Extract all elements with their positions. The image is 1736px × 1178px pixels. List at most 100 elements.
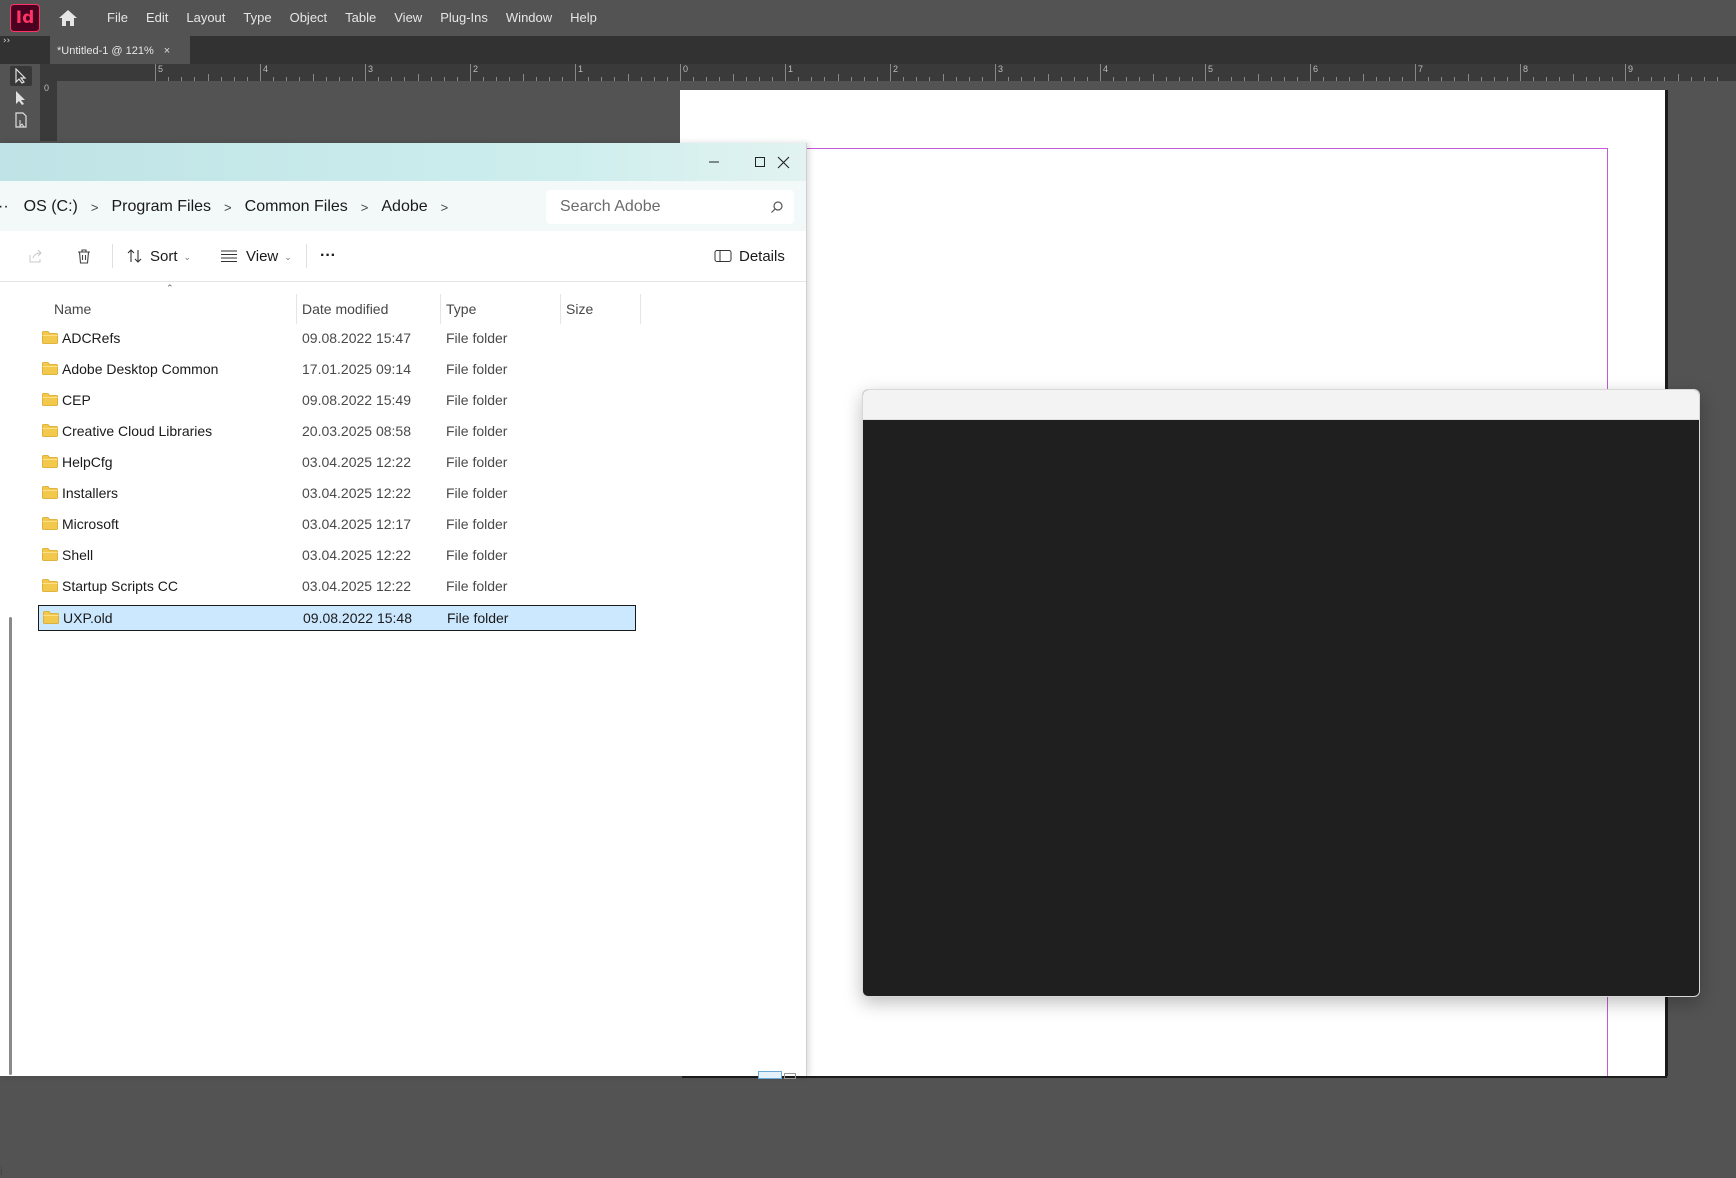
column-header-date[interactable]: Date modified bbox=[302, 294, 432, 324]
ruler-tick bbox=[1677, 74, 1679, 81]
ruler-tick bbox=[575, 64, 576, 81]
file-date-modified: 09.08.2022 15:49 bbox=[302, 392, 411, 408]
file-name: HelpCfg bbox=[62, 454, 113, 470]
breadcrumb-common-files[interactable]: Common Files bbox=[236, 198, 357, 216]
breadcrumb: ·· OS (C:) > Program Files > Common File… bbox=[0, 190, 452, 224]
table-row[interactable]: UXP.old 09.08.2022 15:48 File folder bbox=[38, 605, 636, 631]
breadcrumb-adobe[interactable]: Adobe bbox=[372, 198, 436, 216]
ruler-label: 2 bbox=[473, 64, 479, 74]
toolbox-collapse-icon[interactable]: ›› bbox=[3, 36, 10, 46]
table-row[interactable]: HelpCfg 03.04.2025 12:22 File folder bbox=[38, 450, 636, 476]
dark-window-titlebar[interactable] bbox=[863, 390, 1699, 420]
file-name: Shell bbox=[62, 547, 94, 563]
menu-view[interactable]: View bbox=[385, 0, 431, 36]
margin-guide-top bbox=[740, 148, 1608, 149]
file-type: File folder bbox=[446, 392, 508, 408]
home-icon[interactable] bbox=[56, 7, 80, 29]
sort-button[interactable]: Sort ⌄ bbox=[126, 239, 191, 273]
file-name: Adobe Desktop Common bbox=[62, 361, 219, 377]
minimize-icon bbox=[709, 161, 719, 163]
table-row[interactable]: ADCRefs 09.08.2022 15:47 File folder bbox=[38, 326, 636, 352]
file-date-modified: 09.08.2022 15:48 bbox=[303, 610, 412, 626]
table-row[interactable]: Microsoft 03.04.2025 12:17 File folder bbox=[38, 512, 636, 538]
ruler-tick bbox=[1257, 74, 1259, 81]
search-placeholder: Search Adobe bbox=[560, 198, 661, 215]
breadcrumb-overflow[interactable]: ·· bbox=[0, 198, 9, 216]
breadcrumb-chevron-icon[interactable]: > bbox=[87, 200, 103, 215]
menu-edit[interactable]: Edit bbox=[137, 0, 177, 36]
delete-button[interactable] bbox=[76, 239, 92, 273]
horizontal-ruler[interactable]: 5 4 3 2 1 0 1 2 3 4 5 6 7 8 9 bbox=[44, 64, 1736, 81]
toolbox bbox=[0, 64, 40, 140]
ruler-label: 4 bbox=[1103, 64, 1109, 74]
file-date-modified: 17.01.2025 09:14 bbox=[302, 361, 411, 377]
file-name: UXP.old bbox=[63, 610, 113, 626]
navigation-scrollbar[interactable] bbox=[9, 617, 12, 1075]
close-tab-icon[interactable]: × bbox=[164, 45, 170, 57]
page-tool-icon[interactable] bbox=[10, 110, 32, 130]
menu-layout[interactable]: Layout bbox=[177, 0, 234, 36]
file-explorer-window: ·· OS (C:) > Program Files > Common File… bbox=[0, 143, 807, 1178]
menu-file[interactable]: File bbox=[98, 0, 137, 36]
search-box[interactable]: Search Adobe bbox=[546, 190, 794, 224]
search-icon[interactable] bbox=[770, 200, 784, 214]
file-name: Microsoft bbox=[62, 516, 119, 532]
table-row[interactable]: CEP 09.08.2022 15:49 File folder bbox=[38, 388, 636, 414]
column-header-type[interactable]: Type bbox=[446, 294, 556, 324]
column-header-name-label: Name bbox=[54, 301, 92, 317]
table-row[interactable]: Adobe Desktop Common 17.01.2025 09:14 File… bbox=[38, 357, 636, 383]
ruler-tick bbox=[1152, 74, 1154, 81]
ruler-label: 2 bbox=[893, 64, 899, 74]
breadcrumb-os-c[interactable]: OS (C:) bbox=[9, 198, 87, 216]
file-date-modified: 03.04.2025 12:17 bbox=[302, 516, 411, 532]
menu-object[interactable]: Object bbox=[281, 0, 337, 36]
file-date-modified: 03.04.2025 12:22 bbox=[302, 454, 411, 470]
ruler-tick bbox=[470, 64, 471, 81]
breadcrumb-chevron-icon[interactable]: > bbox=[357, 200, 373, 215]
column-separator[interactable] bbox=[440, 294, 441, 324]
column-header-size[interactable]: Size bbox=[566, 294, 636, 324]
ruler-tick bbox=[785, 64, 786, 81]
table-row[interactable]: Installers 03.04.2025 12:22 File folder bbox=[38, 481, 636, 507]
details-pane-button[interactable]: Details bbox=[714, 239, 785, 273]
close-button[interactable] bbox=[760, 143, 806, 181]
table-row[interactable]: Creative Cloud Libraries 20.03.2025 08:58… bbox=[38, 419, 636, 445]
direct-selection-tool-icon[interactable] bbox=[10, 88, 32, 108]
folder-icon bbox=[42, 424, 58, 437]
share-button[interactable] bbox=[28, 239, 44, 273]
ruler-label: 0 bbox=[44, 83, 50, 93]
explorer-titlebar[interactable] bbox=[0, 143, 806, 181]
file-name: ADCRefs bbox=[62, 330, 121, 346]
ruler-label: 5 bbox=[1208, 64, 1214, 74]
breadcrumb-chevron-icon[interactable]: > bbox=[437, 200, 453, 215]
table-row[interactable]: Shell 03.04.2025 12:22 File folder bbox=[38, 543, 636, 569]
vertical-ruler[interactable]: 0 bbox=[40, 81, 57, 141]
file-date-modified: 03.04.2025 12:22 bbox=[302, 578, 411, 594]
table-row[interactable]: Startup Scripts CC 03.04.2025 12:22 File f… bbox=[38, 574, 636, 600]
file-date-modified: 20.03.2025 08:58 bbox=[302, 423, 411, 439]
column-header-name[interactable]: Name bbox=[54, 294, 294, 324]
column-separator[interactable] bbox=[296, 294, 297, 324]
ruler-label: 9 bbox=[1628, 64, 1634, 74]
minimize-button[interactable] bbox=[691, 143, 737, 181]
menu-plugins[interactable]: Plug-Ins bbox=[431, 0, 497, 36]
menu-table[interactable]: Table bbox=[336, 0, 385, 36]
details-view-toggle[interactable] bbox=[758, 1071, 782, 1079]
document-tab[interactable]: *Untitled-1 @ 121% × bbox=[50, 36, 190, 65]
close-icon bbox=[777, 156, 789, 168]
more-options-button[interactable]: ··· bbox=[320, 239, 336, 273]
menu-window[interactable]: Window bbox=[497, 0, 561, 36]
column-separator[interactable] bbox=[560, 294, 561, 324]
menu-type[interactable]: Type bbox=[234, 0, 280, 36]
column-separator[interactable] bbox=[640, 294, 641, 324]
menu-help[interactable]: Help bbox=[561, 0, 606, 36]
ruler-tick bbox=[312, 74, 314, 81]
breadcrumb-program-files[interactable]: Program Files bbox=[102, 198, 220, 216]
view-button[interactable]: View ⌄ bbox=[220, 239, 292, 273]
ruler-tick bbox=[1625, 64, 1626, 81]
menu-bar: Id File Edit Layout Type Object Table Vi… bbox=[0, 0, 1736, 36]
tiles-view-toggle[interactable] bbox=[784, 1073, 796, 1079]
selection-tool-icon[interactable] bbox=[10, 66, 32, 86]
ruler-tick bbox=[732, 74, 734, 81]
breadcrumb-chevron-icon[interactable]: > bbox=[220, 200, 236, 215]
